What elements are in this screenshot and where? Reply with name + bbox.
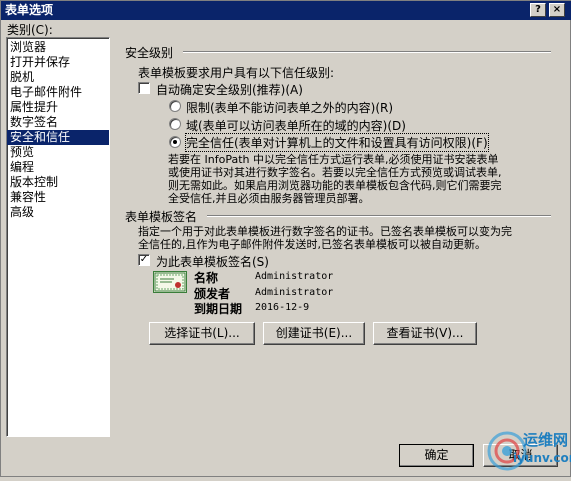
cert-expiry-label: 到期日期 [194, 302, 243, 316]
domain-radio-label: 域(表单可以访问表单所在的域的内容)(D) [186, 119, 406, 133]
create-certificate-button[interactable]: 创建证书(E)... [263, 322, 365, 345]
cert-name-label: 名称 [194, 271, 219, 285]
security-level-title: 安全级别 [125, 46, 174, 60]
watermark-text-cn: 运维网 [523, 431, 569, 449]
category-item-email-attachment[interactable]: 电子邮件附件 [7, 85, 109, 100]
template-signing-separator [207, 215, 551, 217]
cert-expiry-value: 2016-12-9 [255, 302, 310, 313]
category-item-programming[interactable]: 编程 [7, 160, 109, 175]
security-level-separator [183, 51, 551, 53]
domain-radio[interactable] [169, 118, 181, 130]
form-options-dialog: 表单选项 ? × 类别(C): 浏览器 打开并保存 脱机 电子邮件附件 属性提升… [0, 0, 571, 477]
full-trust-description-line1: 若要在 InfoPath 中以完全信任方式运行表单,必须使用证书安装表单 [168, 153, 499, 166]
cert-issuer-value: Administrator [255, 287, 334, 298]
auto-security-label: 自动确定安全级别(推荐)(A) [156, 83, 303, 97]
require-trust-text: 表单模板要求用户具有以下信任级别: [138, 66, 335, 80]
restricted-radio-label: 限制(表单不能访问表单之外的内容)(R) [186, 101, 394, 115]
category-item-preview[interactable]: 预览 [7, 145, 109, 160]
full-trust-radio-label: 完全信任(表单对计算机上的文件和设置具有访问权限)(F) [185, 133, 489, 152]
help-button[interactable]: ? [530, 3, 546, 17]
category-item-offline[interactable]: 脱机 [7, 70, 109, 85]
category-item-property-promotion[interactable]: 属性提升 [7, 100, 109, 115]
category-item-digital-signature[interactable]: 数字签名 [7, 115, 109, 130]
template-signing-title: 表单模板签名 [125, 210, 198, 224]
select-certificate-button[interactable]: 选择证书(L)... [149, 322, 255, 345]
ok-button[interactable]: 确定 [399, 444, 474, 467]
signing-description-line2: 全信任的,且作为电子邮件附件发送时,已签名表单模板可以被自动更新。 [138, 238, 486, 251]
category-item-version-control[interactable]: 版本控制 [7, 175, 109, 190]
window-title: 表单选项 [5, 3, 54, 17]
certificate-icon [153, 271, 187, 293]
sign-template-label: 为此表单模板签名(S) [156, 255, 269, 269]
category-label: 类别(C): [7, 23, 53, 37]
sign-template-checkbox[interactable]: ✓ [138, 254, 150, 266]
full-trust-radio[interactable] [169, 136, 181, 148]
signing-description-line1: 指定一个用于对此表单模板进行数字签名的证书。已签名表单模板可以变为完 [138, 225, 512, 238]
category-item-advanced[interactable]: 高级 [7, 205, 109, 220]
category-item-security-trust[interactable]: 安全和信任 [7, 130, 109, 145]
title-bar: 表单选项 ? × [1, 1, 571, 20]
auto-security-checkbox[interactable] [138, 82, 150, 94]
view-certificate-button[interactable]: 查看证书(V)... [373, 322, 477, 345]
category-item-open-save[interactable]: 打开并保存 [7, 55, 109, 70]
full-trust-description-line3: 则无需如此。如果启用浏览器功能的表单模板包含代码,则它们需要完 [168, 179, 502, 192]
watermark-text-url: iyunv.com [513, 451, 571, 465]
close-button[interactable]: × [549, 3, 565, 17]
category-item-compatibility[interactable]: 兼容性 [7, 190, 109, 205]
watermark-logo: 运维网 iyunv.com [479, 413, 571, 478]
restricted-radio[interactable] [169, 100, 181, 112]
category-item-browser[interactable]: 浏览器 [7, 40, 109, 55]
full-trust-description-line4: 全受信任,并且必须由服务器管理员部署。 [168, 192, 370, 205]
full-trust-description-line2: 或使用证书对其进行数字签名。若要以完全信任方式预览或调试表单, [168, 166, 502, 179]
cert-name-value: Administrator [255, 271, 334, 282]
category-list[interactable]: 浏览器 打开并保存 脱机 电子邮件附件 属性提升 数字签名 安全和信任 预览 编… [6, 37, 110, 437]
